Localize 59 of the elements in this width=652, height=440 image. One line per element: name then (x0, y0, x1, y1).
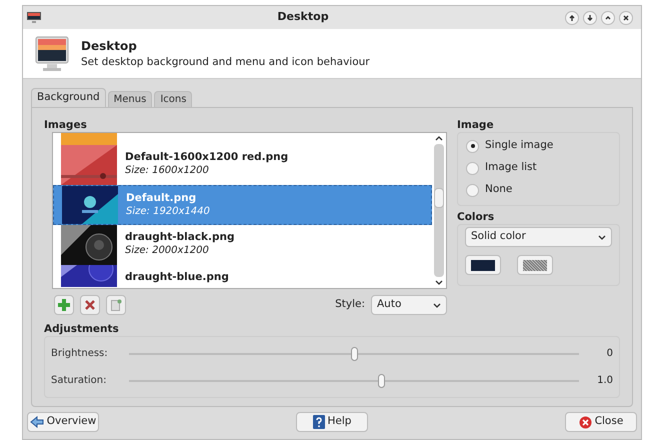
file-name: draught-black.png (125, 231, 235, 244)
radio-label: Single image (485, 138, 554, 154)
keep-below-icon[interactable] (583, 10, 597, 24)
group-title: Adjustments (44, 322, 120, 336)
page-subtitle: Set desktop background and menu and icon behaviour (81, 54, 370, 70)
slider-value: 0 (606, 347, 613, 361)
window-title: Desktop (276, 9, 330, 26)
group-title: Image (457, 118, 495, 132)
radio-button[interactable] (466, 140, 479, 152)
pattern-swatch (523, 260, 547, 270)
scrollbar[interactable] (432, 133, 446, 288)
style-dropdown[interactable]: Auto (371, 295, 447, 315)
slider-thumb[interactable] (378, 374, 385, 388)
radio-label: None (485, 182, 512, 198)
slider-label: Brightness: (51, 347, 109, 361)
file-size: Size: 1920x1440 (126, 205, 210, 218)
back-button[interactable]: Overview (27, 412, 99, 432)
close-button[interactable]: Close (565, 412, 637, 432)
monitor-icon (27, 12, 41, 23)
file-name: Default.png (126, 192, 198, 205)
scroll-up-icon[interactable] (435, 136, 443, 141)
page-title: Desktop (81, 38, 138, 55)
help-button[interactable]: Help (296, 412, 368, 432)
file-size: Size: 1600x1200 (125, 164, 210, 177)
maximize-icon[interactable] (601, 10, 615, 24)
chevron-down-icon (433, 302, 441, 308)
radio-label: Image list (485, 160, 537, 176)
tab[interactable]: Menus (108, 91, 152, 107)
plus-icon (58, 299, 70, 311)
page-icon (110, 299, 122, 311)
cross-icon (85, 300, 95, 310)
style-label: Style: (335, 297, 365, 312)
color-button[interactable] (517, 255, 553, 275)
arrow-left-icon (30, 416, 44, 428)
radio-button[interactable] (466, 162, 479, 174)
monitor-icon (35, 36, 69, 72)
radio-button[interactable] (466, 184, 479, 196)
cancel-icon (578, 416, 592, 428)
tab[interactable]: Background (31, 88, 106, 107)
add-button[interactable] (54, 295, 74, 315)
close-icon[interactable] (619, 10, 633, 24)
file-name: Default-1600x1200 red.png (125, 151, 288, 164)
color-mode-dropdown[interactable]: Solid color (465, 227, 612, 247)
slider-label: Saturation: (51, 374, 108, 388)
color-button[interactable] (465, 255, 501, 275)
keep-above-icon[interactable] (565, 10, 579, 24)
tab[interactable]: Icons (154, 91, 192, 107)
help-book-icon (312, 415, 325, 429)
new-image-button[interactable] (106, 295, 126, 315)
file-name: draught-blue.png (125, 271, 229, 284)
group-title: Images (44, 118, 88, 132)
group-title: Colors (457, 210, 496, 224)
file-size: Size: 2000x1200 (125, 244, 210, 257)
slider-value: 1.0 (596, 374, 613, 388)
scroll-down-icon[interactable] (435, 280, 443, 285)
scroll-thumb[interactable] (434, 188, 444, 208)
slider-thumb[interactable] (351, 346, 358, 360)
chevron-down-icon (598, 234, 606, 240)
remove-button[interactable] (80, 295, 100, 315)
